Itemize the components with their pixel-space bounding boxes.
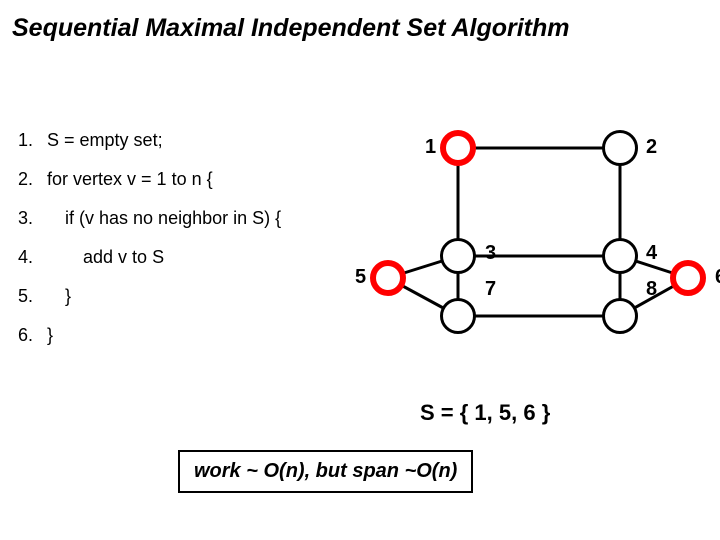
graph-node-6 [670, 260, 706, 296]
graph-node-8 [602, 298, 638, 334]
step-number: 1. [18, 130, 42, 151]
algorithm-listing: 1. S = empty set; 2. for vertex v = 1 to… [18, 130, 338, 364]
graph-node-5 [370, 260, 406, 296]
algo-step-3: 3. if (v has no neighbor in S) { [18, 208, 338, 229]
step-number: 5. [18, 286, 42, 307]
graph-diagram: 12345678 [370, 130, 700, 360]
step-text: for vertex v = 1 to n { [47, 169, 213, 189]
algo-step-4: 4. add v to S [18, 247, 338, 268]
graph-node-label-6: 6 [715, 266, 720, 289]
graph-node-2 [602, 130, 638, 166]
page-title: Sequential Maximal Independent Set Algor… [12, 14, 569, 43]
graph-node-label-4: 4 [646, 242, 657, 265]
algo-step-2: 2. for vertex v = 1 to n { [18, 169, 338, 190]
step-text: S = empty set; [47, 130, 163, 150]
complexity-text: work ~ O(n), but span ~O(n) [194, 460, 457, 482]
algo-step-6: 6. } [18, 325, 338, 346]
graph-edges [370, 130, 720, 360]
result-set: S = { 1, 5, 6 } [420, 400, 550, 426]
graph-node-label-7: 7 [485, 278, 496, 301]
graph-node-4 [602, 238, 638, 274]
algo-step-1: 1. S = empty set; [18, 130, 338, 151]
graph-node-3 [440, 238, 476, 274]
graph-node-7 [440, 298, 476, 334]
step-text: } [47, 325, 53, 345]
algo-step-5: 5. } [18, 286, 338, 307]
step-text: } [47, 286, 71, 306]
step-number: 4. [18, 247, 42, 268]
step-number: 2. [18, 169, 42, 190]
graph-node-label-8: 8 [646, 278, 657, 301]
graph-node-1 [440, 130, 476, 166]
graph-node-label-3: 3 [485, 242, 496, 265]
step-text: if (v has no neighbor in S) { [47, 208, 281, 228]
step-text: add v to S [47, 247, 164, 267]
step-number: 6. [18, 325, 42, 346]
graph-node-label-1: 1 [425, 136, 436, 159]
graph-node-label-5: 5 [355, 266, 366, 289]
complexity-box: work ~ O(n), but span ~O(n) [178, 450, 473, 493]
graph-node-label-2: 2 [646, 136, 657, 159]
step-number: 3. [18, 208, 42, 229]
